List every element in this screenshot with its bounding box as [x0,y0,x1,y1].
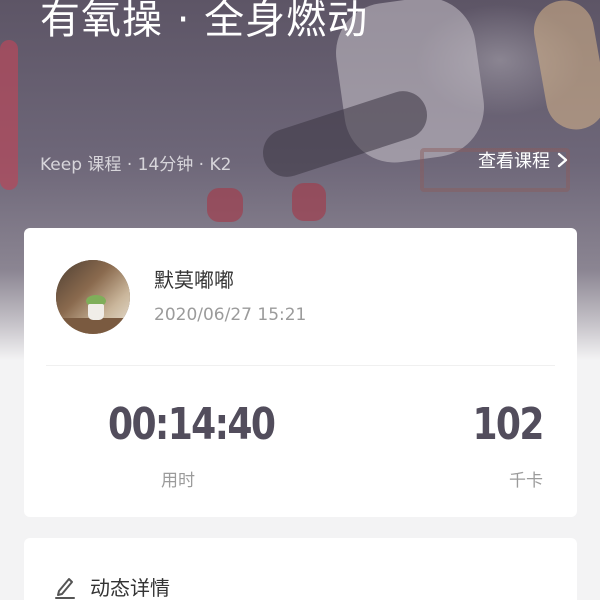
duration-label: 用时 [161,471,195,491]
course-title: 有氧操 · 全身燃动 [40,0,369,43]
pencil-icon [55,577,75,599]
chevron-right-icon [557,152,568,168]
post-detail-title: 动态详情 [90,576,170,600]
user-avatar[interactable] [56,260,130,334]
calories-value: 102 [472,399,545,450]
course-meta: Keep 课程 · 14分钟 · K2 [40,155,232,175]
duration-value: 00:14:40 [108,399,276,450]
post-timestamp: 2020/06/27 15:21 [154,305,307,325]
calories-stat: 102 千卡 [457,396,545,491]
post-detail-header: 动态详情 [54,572,170,600]
divider [46,365,555,366]
user-row: 默莫嘟嘟 2020/06/27 15:21 [56,260,553,334]
user-info: 默莫嘟嘟 2020/06/27 15:21 [154,266,306,328]
user-name[interactable]: 默莫嘟嘟 [154,266,306,294]
workout-summary-card: 默莫嘟嘟 2020/06/27 15:21 00:14:40 用时 102 千卡 [24,228,577,517]
post-detail-card: 动态详情 [24,538,577,600]
view-course-label: 查看课程 [478,151,550,172]
view-course-link[interactable]: 查看课程 [478,147,570,173]
duration-stat: 00:14:40 用时 [108,396,311,491]
calories-label: 千卡 [509,471,543,491]
